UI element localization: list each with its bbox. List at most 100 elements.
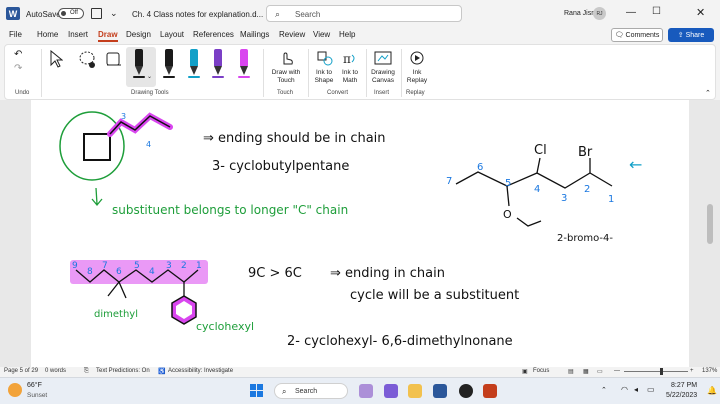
drawing-canvas-label[interactable]: Drawing Canvas xyxy=(367,69,399,85)
avatar[interactable]: RJ xyxy=(593,7,606,20)
word-taskbar-icon[interactable] xyxy=(433,384,447,398)
page-count[interactable]: Page 5 of 29 xyxy=(4,368,38,374)
lasso-select-icon[interactable] xyxy=(77,50,97,70)
ink-to-shape-icon[interactable] xyxy=(316,50,334,66)
pen-black-1[interactable] xyxy=(132,49,146,79)
sunset-weather-icon[interactable] xyxy=(8,383,22,397)
teams-icon[interactable] xyxy=(384,384,398,398)
tab-file[interactable]: File xyxy=(9,30,22,39)
zoom-level[interactable]: 137% xyxy=(702,368,717,374)
read-mode-icon[interactable]: ▤ xyxy=(568,368,574,375)
comments-button[interactable]: 🗨 Comments xyxy=(611,28,663,42)
carbon-number: 3 xyxy=(561,193,567,204)
weather-temperature[interactable]: 66°F xyxy=(27,382,42,389)
note-nine-vs-six: 9C > 6C xyxy=(248,266,302,281)
autosave-toggle[interactable]: Off xyxy=(58,8,84,19)
redo-icon[interactable]: ↷ xyxy=(14,63,22,74)
clock-time[interactable]: 8:27 PM xyxy=(671,382,697,389)
ink-to-math-label[interactable]: Ink to Math xyxy=(338,69,362,85)
pen-black-2[interactable] xyxy=(162,49,176,79)
share-label: Share xyxy=(685,31,705,39)
vertical-scrollbar[interactable] xyxy=(707,204,713,244)
obs-icon[interactable] xyxy=(459,384,473,398)
focus-icon[interactable]: ▣ xyxy=(522,368,528,375)
start-windows-icon[interactable] xyxy=(250,384,264,398)
select-cursor-icon[interactable] xyxy=(49,50,63,68)
document-title[interactable]: Ch. 4 Class notes for explanation.d... xyxy=(132,10,263,19)
battery-icon[interactable]: ▭ xyxy=(647,385,655,394)
user-name[interactable]: Rana Jisr xyxy=(564,10,594,17)
touch-hand-icon[interactable] xyxy=(277,50,295,66)
status-bar: Page 5 of 29 0 words ⎘ Text Predictions:… xyxy=(0,367,720,377)
carbon-number: 7 xyxy=(446,176,452,187)
svg-text:π: π xyxy=(343,52,351,66)
pen-dropdown-chevron-icon[interactable]: ⌄ xyxy=(147,73,152,80)
zoom-out-icon[interactable]: — xyxy=(614,368,620,374)
pen-tip xyxy=(190,66,198,75)
note-cyclobutylpentane: 3- cyclobutylpentane xyxy=(212,159,349,174)
weather-description[interactable]: Sunset xyxy=(27,392,47,399)
quick-access-more-icon[interactable]: ⌄ xyxy=(110,8,118,19)
tab-mailings[interactable]: Mailings xyxy=(240,30,269,39)
proofing-icon[interactable]: ⎘ xyxy=(84,368,89,375)
text-predictions[interactable]: Text Predictions: On xyxy=(96,368,150,374)
eraser-icon[interactable] xyxy=(105,50,123,70)
zoom-in-icon[interactable]: + xyxy=(690,368,694,374)
taskbar-search[interactable]: ⌕ Search xyxy=(274,383,348,399)
note-ending-in-chain: ⇒ ending should be in chain xyxy=(203,131,386,146)
volume-icon[interactable]: ◂ xyxy=(634,385,638,394)
taskbar-search-label: Search xyxy=(295,388,318,395)
draw-with-touch-label[interactable]: Draw with Touch xyxy=(267,69,305,85)
zoom-slider[interactable] xyxy=(624,371,688,372)
tray-overflow-icon[interactable]: ⌃ xyxy=(601,386,607,394)
ink-replay-label[interactable]: Ink Replay xyxy=(404,69,430,85)
toggle-knob xyxy=(61,11,66,16)
share-button[interactable]: ⇪ Share xyxy=(668,28,714,42)
close-icon[interactable]: ✕ xyxy=(696,6,705,19)
print-layout-icon[interactable]: ▦ xyxy=(583,368,589,375)
focus-mode[interactable]: Focus xyxy=(533,368,549,374)
drawing-canvas-icon[interactable] xyxy=(374,50,392,66)
undo-icon[interactable]: ↶ xyxy=(14,49,22,60)
zoom-slider-thumb[interactable] xyxy=(660,368,663,375)
maximize-icon[interactable]: ☐ xyxy=(652,6,661,17)
tab-design[interactable]: Design xyxy=(126,30,151,39)
web-layout-icon[interactable]: ▭ xyxy=(597,368,603,375)
group-label-drawing-tools: Drawing Tools xyxy=(131,90,169,96)
accessibility-icon[interactable]: ♿ xyxy=(158,368,165,375)
share-icon: ⇪ xyxy=(677,32,684,39)
group-label-convert: Convert xyxy=(327,90,349,96)
ink-to-shape-label[interactable]: Ink to Shape xyxy=(311,69,337,85)
wifi-icon[interactable]: ◠ xyxy=(621,385,628,394)
notification-bell-icon[interactable]: 🔔 xyxy=(707,386,717,395)
group-label-touch: Touch xyxy=(277,90,294,96)
pen-teal[interactable] xyxy=(187,49,201,79)
clock-date[interactable]: 5/22/2023 xyxy=(666,392,697,399)
minimize-icon[interactable]: — xyxy=(626,7,636,18)
accessibility-status[interactable]: Accessibility: Investigate xyxy=(168,368,233,374)
powerpoint-icon[interactable] xyxy=(483,384,497,398)
pen-tip xyxy=(135,66,143,75)
autosave-label: AutoSave xyxy=(26,10,61,19)
file-explorer-icon[interactable] xyxy=(408,384,422,398)
ribbon-collapse-icon[interactable]: ⌃ xyxy=(705,89,711,97)
save-icon[interactable] xyxy=(91,8,102,19)
teams-chat-icon[interactable] xyxy=(359,384,373,398)
pen-body xyxy=(240,49,248,66)
note-bromo-name: 2-bromo-4- xyxy=(557,233,613,244)
tab-references[interactable]: References xyxy=(193,30,234,39)
word-count[interactable]: 0 words xyxy=(45,368,66,374)
ink-to-math-icon[interactable]: π xyxy=(341,50,359,66)
tab-insert[interactable]: Insert xyxy=(68,30,88,39)
tab-home[interactable]: Home xyxy=(37,30,58,39)
tab-view[interactable]: View xyxy=(313,30,330,39)
tab-draw[interactable]: Draw xyxy=(98,30,118,42)
tab-layout[interactable]: Layout xyxy=(160,30,184,39)
bromine-label: Br xyxy=(578,145,593,160)
search-input[interactable]: ⌕ Search xyxy=(266,5,462,22)
tab-review[interactable]: Review xyxy=(279,30,305,39)
ink-replay-icon[interactable] xyxy=(408,50,426,66)
pen-purple[interactable] xyxy=(211,49,225,79)
pen-pink[interactable] xyxy=(237,49,251,79)
tab-help[interactable]: Help xyxy=(339,30,355,39)
